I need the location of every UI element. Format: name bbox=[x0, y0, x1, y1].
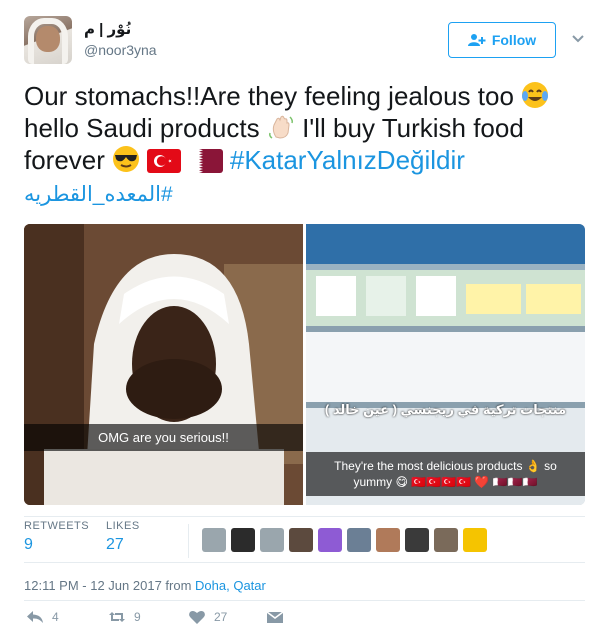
photo-left-illustration bbox=[24, 224, 303, 505]
liker-avatar[interactable] bbox=[463, 528, 487, 552]
snap-caption-arabic: منتجات تركية في ريجنسي ( عين خالد ) bbox=[324, 402, 567, 417]
qatar-flag-icon bbox=[188, 149, 223, 173]
snap-caption-right: They're the most delicious products 👌 so… bbox=[306, 452, 585, 496]
retweet-button[interactable]: 9 bbox=[108, 608, 141, 626]
media-grid: OMG are you serious!! منتجات تركية في ري… bbox=[24, 224, 585, 505]
like-button[interactable]: 27 bbox=[188, 608, 227, 626]
likers-avatars bbox=[202, 528, 487, 552]
hashtag-arabic[interactable]: #المعده_القطريه bbox=[24, 183, 173, 206]
turkey-flag-icon bbox=[147, 149, 182, 173]
photo-man-covering-mouth[interactable]: OMG are you serious!! bbox=[24, 224, 303, 505]
reply-count: 4 bbox=[52, 610, 59, 624]
likes-label: LIKES bbox=[106, 520, 140, 532]
liker-avatar[interactable] bbox=[347, 528, 371, 552]
snap-caption-line2: yummy bbox=[353, 475, 393, 489]
follow-label: Follow bbox=[491, 32, 537, 48]
reply-button[interactable]: 4 bbox=[26, 608, 59, 626]
liker-avatar[interactable] bbox=[405, 528, 429, 552]
likes-stat[interactable]: LIKES 27 bbox=[106, 520, 140, 554]
retweets-stat[interactable]: RETWEETS 9 bbox=[24, 520, 89, 554]
snap-caption-so: so bbox=[544, 459, 557, 473]
person-plus-icon bbox=[467, 34, 486, 46]
retweet-icon bbox=[109, 612, 125, 622]
likes-count: 27 bbox=[106, 536, 124, 553]
sunglasses-emoji-icon bbox=[113, 146, 140, 172]
like-count: 27 bbox=[214, 610, 228, 624]
divider bbox=[24, 516, 585, 517]
ok-hand-emoji-icon: 👌 bbox=[525, 459, 541, 473]
tweet-header: نُوْر | م @noor3yna Follow bbox=[24, 16, 584, 68]
tweet-actions: 4 9 27 bbox=[24, 608, 324, 632]
photo-dairy-shelves[interactable]: منتجات تركية في ريجنسي ( عين خالد ) They… bbox=[306, 224, 585, 505]
avatar-headdress bbox=[28, 18, 68, 64]
liker-avatar[interactable] bbox=[376, 528, 400, 552]
retweet-count: 9 bbox=[134, 610, 141, 624]
snap-caption-left: OMG are you serious!! bbox=[24, 424, 303, 451]
reply-icon bbox=[27, 611, 43, 623]
tweet-text: Our stomachs!!Are they feeling jealous t… bbox=[24, 80, 569, 211]
liker-avatar[interactable] bbox=[434, 528, 458, 552]
user-handle[interactable]: @noor3yna bbox=[84, 42, 157, 58]
avatar[interactable] bbox=[24, 16, 72, 64]
liker-avatar[interactable] bbox=[260, 528, 284, 552]
waving-hand-emoji-icon bbox=[268, 115, 293, 139]
follow-button[interactable]: Follow bbox=[448, 22, 556, 58]
tweet-timestamp: 12:11 PM - 12 Jun 2017 from Doha, Qatar bbox=[24, 578, 266, 593]
direct-message-button[interactable] bbox=[266, 608, 284, 626]
tweet-text-part1: Our stomachs!!Are they feeling jealous t… bbox=[24, 81, 522, 111]
chevron-down-icon[interactable] bbox=[570, 30, 586, 46]
tweet-text-part2: hello Saudi products bbox=[24, 113, 267, 143]
envelope-icon bbox=[266, 611, 284, 623]
liker-avatar[interactable] bbox=[318, 528, 342, 552]
retweets-label: RETWEETS bbox=[24, 520, 90, 532]
liker-avatar[interactable] bbox=[202, 528, 226, 552]
stats-separator bbox=[188, 524, 189, 558]
crying-laughing-emoji-icon bbox=[522, 82, 549, 108]
snap-caption-line1: They're the most delicious products bbox=[334, 459, 523, 473]
divider bbox=[24, 562, 585, 563]
timestamp-time[interactable]: 12:11 PM - 12 Jun 2017 from bbox=[24, 578, 195, 593]
liker-avatar[interactable] bbox=[231, 528, 255, 552]
hashtag-katar[interactable]: #KatarYalnızDeğildir bbox=[230, 145, 465, 175]
flags-emoji-row-icon: 😋 🇹🇷🇹🇷🇹🇷🇹🇷 ❤️ 🇶🇦🇶🇦🇶🇦 bbox=[395, 475, 538, 489]
heart-icon bbox=[189, 610, 205, 624]
timestamp-location[interactable]: Doha, Qatar bbox=[195, 578, 266, 593]
retweets-count: 9 bbox=[24, 536, 33, 553]
divider bbox=[24, 600, 585, 601]
display-name[interactable]: نُوْر | م bbox=[84, 20, 131, 38]
liker-avatar[interactable] bbox=[289, 528, 313, 552]
